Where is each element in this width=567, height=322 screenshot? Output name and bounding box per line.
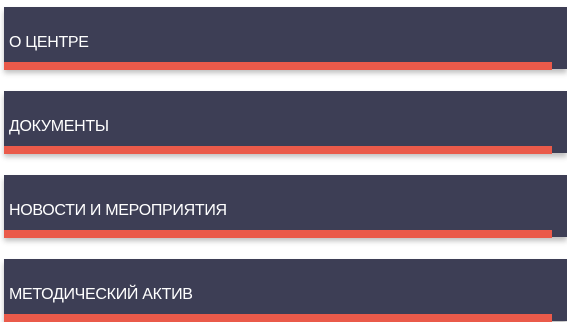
- menu-item-accent-bar: [4, 62, 552, 70]
- menu-item-accent-bar: [4, 230, 552, 238]
- main-menu: О ЦЕНТРЕ ДОКУМЕНТЫ НОВОСТИ И МЕРОПРИЯТИЯ…: [0, 0, 567, 322]
- menu-item-documents[interactable]: ДОКУМЕНТЫ: [4, 91, 567, 154]
- menu-item-accent-bar: [4, 146, 552, 154]
- menu-item-about-center[interactable]: О ЦЕНТРЕ: [4, 7, 567, 70]
- menu-item-accent-bar: [4, 314, 552, 322]
- menu-item-label: МЕТОДИЧЕСКИЙ АКТИВ: [9, 286, 193, 303]
- menu-item-news-events[interactable]: НОВОСТИ И МЕРОПРИЯТИЯ: [4, 175, 567, 238]
- menu-item-methodical-asset[interactable]: МЕТОДИЧЕСКИЙ АКТИВ: [4, 259, 567, 322]
- menu-item-label: НОВОСТИ И МЕРОПРИЯТИЯ: [9, 202, 227, 219]
- menu-item-label: О ЦЕНТРЕ: [9, 34, 89, 51]
- menu-item-label: ДОКУМЕНТЫ: [9, 118, 109, 135]
